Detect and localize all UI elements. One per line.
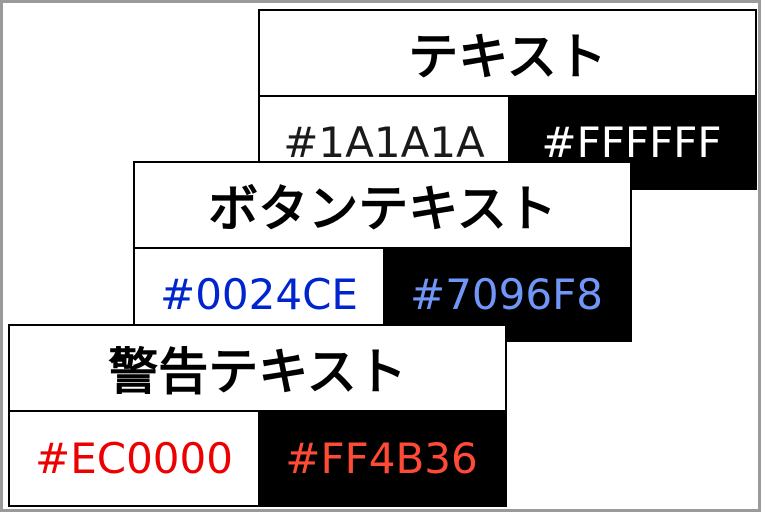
- diagram-frame: テキスト #1A1A1A #FFFFFF ボタンテキスト #0024CE #70…: [0, 0, 761, 512]
- dark-swatch: #FF4B36: [258, 412, 505, 505]
- card-title: テキスト: [408, 28, 607, 86]
- card-title: ボタンテキスト: [208, 180, 557, 238]
- light-swatch: #EC0000: [10, 412, 258, 505]
- color-card-warning-text: 警告テキスト #EC0000 #FF4B36: [8, 324, 507, 507]
- card-title: 警告テキスト: [108, 343, 407, 401]
- color-card-button-text: ボタンテキスト #0024CE #7096F8: [133, 161, 632, 342]
